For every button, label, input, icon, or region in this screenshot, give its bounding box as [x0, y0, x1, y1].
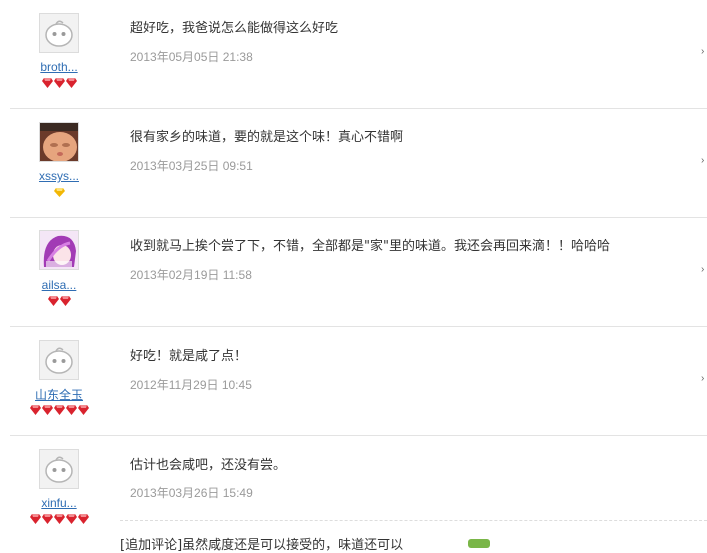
scroll-edge-marker: ›	[701, 46, 705, 57]
username-link[interactable]: ailsa...	[10, 278, 108, 292]
red-gem-icon	[29, 405, 41, 415]
red-gem-icon	[53, 514, 65, 524]
review-text: 超好吃，我爸说怎么能做得这么好吃	[130, 21, 339, 36]
review-item: broth... 超好吃，我爸说怎么能做得这么好吃 2013年05月05日 21…	[10, 0, 707, 109]
review-date: 2013年03月25日 09:51	[130, 159, 253, 173]
red-gem-icon	[65, 405, 77, 415]
avatar[interactable]	[39, 230, 79, 270]
review-date: 2013年02月19日 11:58	[130, 268, 252, 282]
review-text: 很有家乡的味道，要的就是这个味！真心不错啊	[130, 130, 404, 145]
review-text: 好吃！就是咸了点！	[130, 349, 248, 364]
review-item: xssys... 很有家乡的味道，要的就是这个味！真心不错啊 2013年03月2…	[10, 109, 707, 218]
user-level-badges	[10, 296, 108, 308]
review-date: 2012年11月29日 10:45	[130, 378, 252, 392]
review-item: 山东全玉 好吃！就是咸了点！ 2012年11月29日 10:45 ›	[10, 327, 707, 436]
scroll-edge-marker: ›	[701, 155, 705, 166]
avatar[interactable]	[39, 13, 79, 53]
red-gem-icon	[41, 514, 53, 524]
avatar[interactable]	[39, 449, 79, 489]
red-gem-icon	[53, 78, 65, 88]
review-text: 估计也会咸吧，还没有尝。	[130, 458, 287, 473]
review-date: 2013年03月26日 15:49	[130, 486, 253, 500]
scroll-edge-marker: ›	[701, 264, 705, 275]
red-gem-icon	[77, 514, 89, 524]
user-level-badges	[10, 514, 108, 526]
username-link[interactable]: xinfu...	[10, 496, 108, 510]
red-gem-icon	[47, 296, 59, 306]
default-face-icon	[40, 450, 78, 488]
red-gem-icon	[59, 296, 71, 306]
username-link[interactable]: broth...	[10, 60, 108, 74]
red-gem-icon	[65, 514, 77, 524]
user-level-badges	[10, 405, 108, 417]
purple-hair-avatar	[40, 231, 78, 269]
red-gem-icon	[53, 405, 65, 415]
username-link[interactable]: xssys...	[10, 169, 108, 183]
scroll-edge-marker: ›	[701, 373, 705, 384]
default-face-icon	[40, 341, 78, 379]
baby-photo-avatar	[40, 123, 78, 161]
avatar[interactable]	[39, 340, 79, 380]
review-date: 2013年05月05日 21:38	[130, 50, 253, 64]
yellow-diamond-icon	[53, 188, 65, 197]
red-gem-icon	[41, 78, 53, 88]
red-gem-icon	[41, 405, 53, 415]
username-link[interactable]: 山东全玉	[10, 386, 108, 403]
user-level-badges	[10, 187, 108, 199]
red-gem-icon	[29, 514, 41, 524]
review-text: 收到就马上挨个尝了下，不错，全部都是"家"里的味道。我还会再回来滴！！哈哈哈	[130, 239, 610, 254]
followup-review: [追加评论]虽然咸度还是可以接受的，味道还可以	[120, 520, 707, 553]
red-gem-icon	[65, 78, 77, 88]
review-item: ailsa... 收到就马上挨个尝了下，不错，全部都是"家"里的味道。我还会再回…	[10, 218, 707, 327]
default-face-icon	[40, 14, 78, 52]
avatar[interactable]	[39, 122, 79, 162]
user-level-badges	[10, 78, 108, 90]
red-gem-icon	[77, 405, 89, 415]
